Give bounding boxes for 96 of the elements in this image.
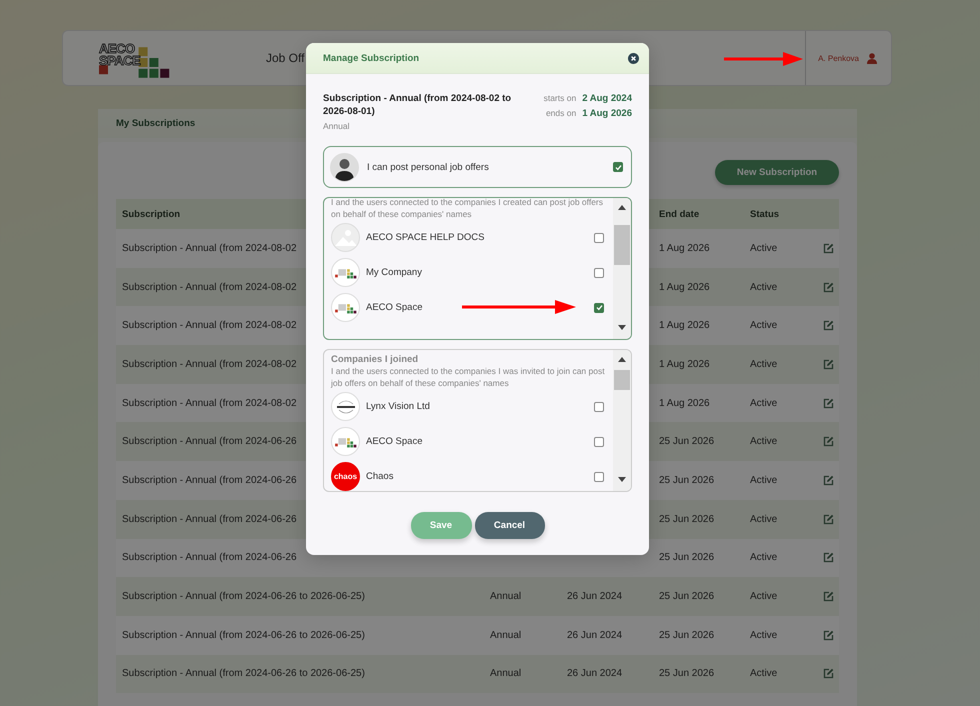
table-cell: Subscription - Annual (from 2024-06-26 to 2026-06-25) <box>122 630 365 641</box>
table-cell: 25 Jun 2026 <box>659 630 714 641</box>
edit-icon[interactable] <box>823 358 834 370</box>
checkbox[interactable] <box>594 436 604 446</box>
company-name: AECO SPACE HELP DOCS <box>366 232 484 243</box>
company-logo <box>331 392 360 421</box>
table-cell: 26 Jun 2024 <box>567 630 622 641</box>
edit-icon[interactable] <box>823 630 834 641</box>
table-cell: 1 Aug 2026 <box>659 282 710 293</box>
table-cell: Active <box>750 630 778 641</box>
end-date: 1 Aug 2026 <box>582 107 632 120</box>
edit-icon[interactable] <box>823 552 834 564</box>
table-cell: Active <box>750 320 778 332</box>
company-name: AECO Space <box>366 436 422 447</box>
table-cell: 25 Jun 2026 <box>659 514 714 525</box>
option-label: I can post personal job offers <box>367 162 490 172</box>
table-cell: Active <box>750 282 778 293</box>
field-label: ends on <box>544 107 576 120</box>
start-date: 2 Aug 2024 <box>582 92 632 105</box>
cancel-button[interactable]: Cancel <box>474 512 544 539</box>
company-name: Chaos <box>366 471 394 482</box>
table-cell: Subscription - Annual (from 2024-08-02 <box>122 320 297 332</box>
edit-icon[interactable] <box>823 514 834 525</box>
company-name: AECO Space <box>366 302 422 313</box>
table-cell: Annual <box>490 630 522 641</box>
table-cell: Annual <box>490 668 522 680</box>
table-cell: 25 Jun 2026 <box>659 474 714 486</box>
company-logo <box>331 258 360 287</box>
edit-icon[interactable] <box>823 320 834 332</box>
table-cell: Active <box>750 552 778 564</box>
table-cell: Active <box>750 398 778 409</box>
company-name: Lynx Vision Ltd <box>366 401 430 412</box>
table-cell: Active <box>750 668 778 680</box>
table-cell: Subscription - Annual (from 2024-06-26 <box>122 552 297 564</box>
section-description: I and the users connected to the companies I was invited to join can post job offers on behalf of these companies' names <box>331 365 606 389</box>
checkbox[interactable] <box>594 232 604 242</box>
column-header: Subscription <box>122 208 180 220</box>
table-cell: Active <box>750 358 778 370</box>
table-cell: Annual <box>490 591 522 602</box>
table-cell: Subscription - Annual (from 2024-08-02 <box>122 242 297 254</box>
image-placeholder-icon <box>331 223 360 252</box>
table-cell: 1 Aug 2026 <box>659 242 710 254</box>
nav-link[interactable]: Job Off <box>266 51 304 65</box>
user-icon[interactable] <box>867 52 877 64</box>
section-title: Companies I joined <box>331 354 418 365</box>
subscription-name: Subscription - Annual (from 2024-08-02 to 2026-08-01) <box>323 92 512 118</box>
checkbox[interactable] <box>594 402 604 412</box>
subscription-type: Annual <box>323 121 350 131</box>
edit-icon[interactable] <box>823 242 834 254</box>
scrollbar[interactable] <box>613 198 631 339</box>
checkbox[interactable] <box>613 162 623 172</box>
company-logo <box>331 427 360 456</box>
section-description: I and the users connected to the companies I created can post job offers on behalf of these companies' names <box>331 198 604 220</box>
column-header: Status <box>750 208 780 220</box>
new-subscription-button[interactable]: New Subscription <box>715 160 839 185</box>
field-label: starts on <box>544 92 576 105</box>
column-header: End date <box>659 208 700 220</box>
table-cell: 26 Jun 2024 <box>567 668 622 680</box>
table-cell: Subscription - Annual (from 2024-06-26 to 2026-06-25) <box>122 668 365 680</box>
table-cell: 1 Aug 2026 <box>659 398 710 409</box>
table-cell: 1 Aug 2026 <box>659 358 710 370</box>
table-cell: Subscription - Annual (from 2024-08-02 <box>122 358 297 370</box>
avatar-icon <box>330 152 359 182</box>
table-cell: Active <box>750 242 778 254</box>
table-cell: Active <box>750 474 778 486</box>
table-cell: Subscription - Annual (from 2024-06-26 <box>122 514 297 525</box>
close-icon[interactable] <box>628 52 639 64</box>
edit-icon[interactable] <box>823 474 834 486</box>
table-cell: 25 Jun 2026 <box>659 436 714 448</box>
dialog-title: Manage Subscription <box>323 52 420 64</box>
table-cell: 25 Jun 2026 <box>659 591 714 602</box>
edit-icon[interactable] <box>823 282 834 293</box>
table-cell: Subscription - Annual (from 2024-06-26 to 2026-06-25) <box>122 591 365 602</box>
table-cell: Subscription - Annual (from 2024-08-02 <box>122 282 297 293</box>
company-logo: chaos <box>331 462 360 491</box>
table-cell: 26 Jun 2024 <box>567 591 622 602</box>
checkbox[interactable] <box>594 268 604 278</box>
table-cell: 1 Aug 2026 <box>659 320 710 332</box>
edit-icon[interactable] <box>823 436 834 448</box>
table-cell: 25 Jun 2026 <box>659 668 714 680</box>
user-name[interactable]: A. Penkova <box>818 54 859 62</box>
table-cell: Active <box>750 591 778 602</box>
table-cell: Subscription - Annual (from 2024-08-02 <box>122 398 297 409</box>
table-cell: 25 Jun 2026 <box>659 552 714 564</box>
company-name: My Company <box>366 267 422 278</box>
edit-icon[interactable] <box>823 668 834 680</box>
company-logo <box>331 293 360 322</box>
edit-icon[interactable] <box>823 591 834 602</box>
checkbox[interactable] <box>594 302 604 312</box>
table-cell: Active <box>750 514 778 525</box>
edit-icon[interactable] <box>823 398 834 409</box>
scrollbar[interactable] <box>613 350 631 491</box>
table-cell: Subscription - Annual (from 2024-06-26 <box>122 474 297 486</box>
checkbox[interactable] <box>594 472 604 482</box>
table-cell: Subscription - Annual (from 2024-06-26 <box>122 436 297 448</box>
table-cell: Active <box>750 436 778 448</box>
